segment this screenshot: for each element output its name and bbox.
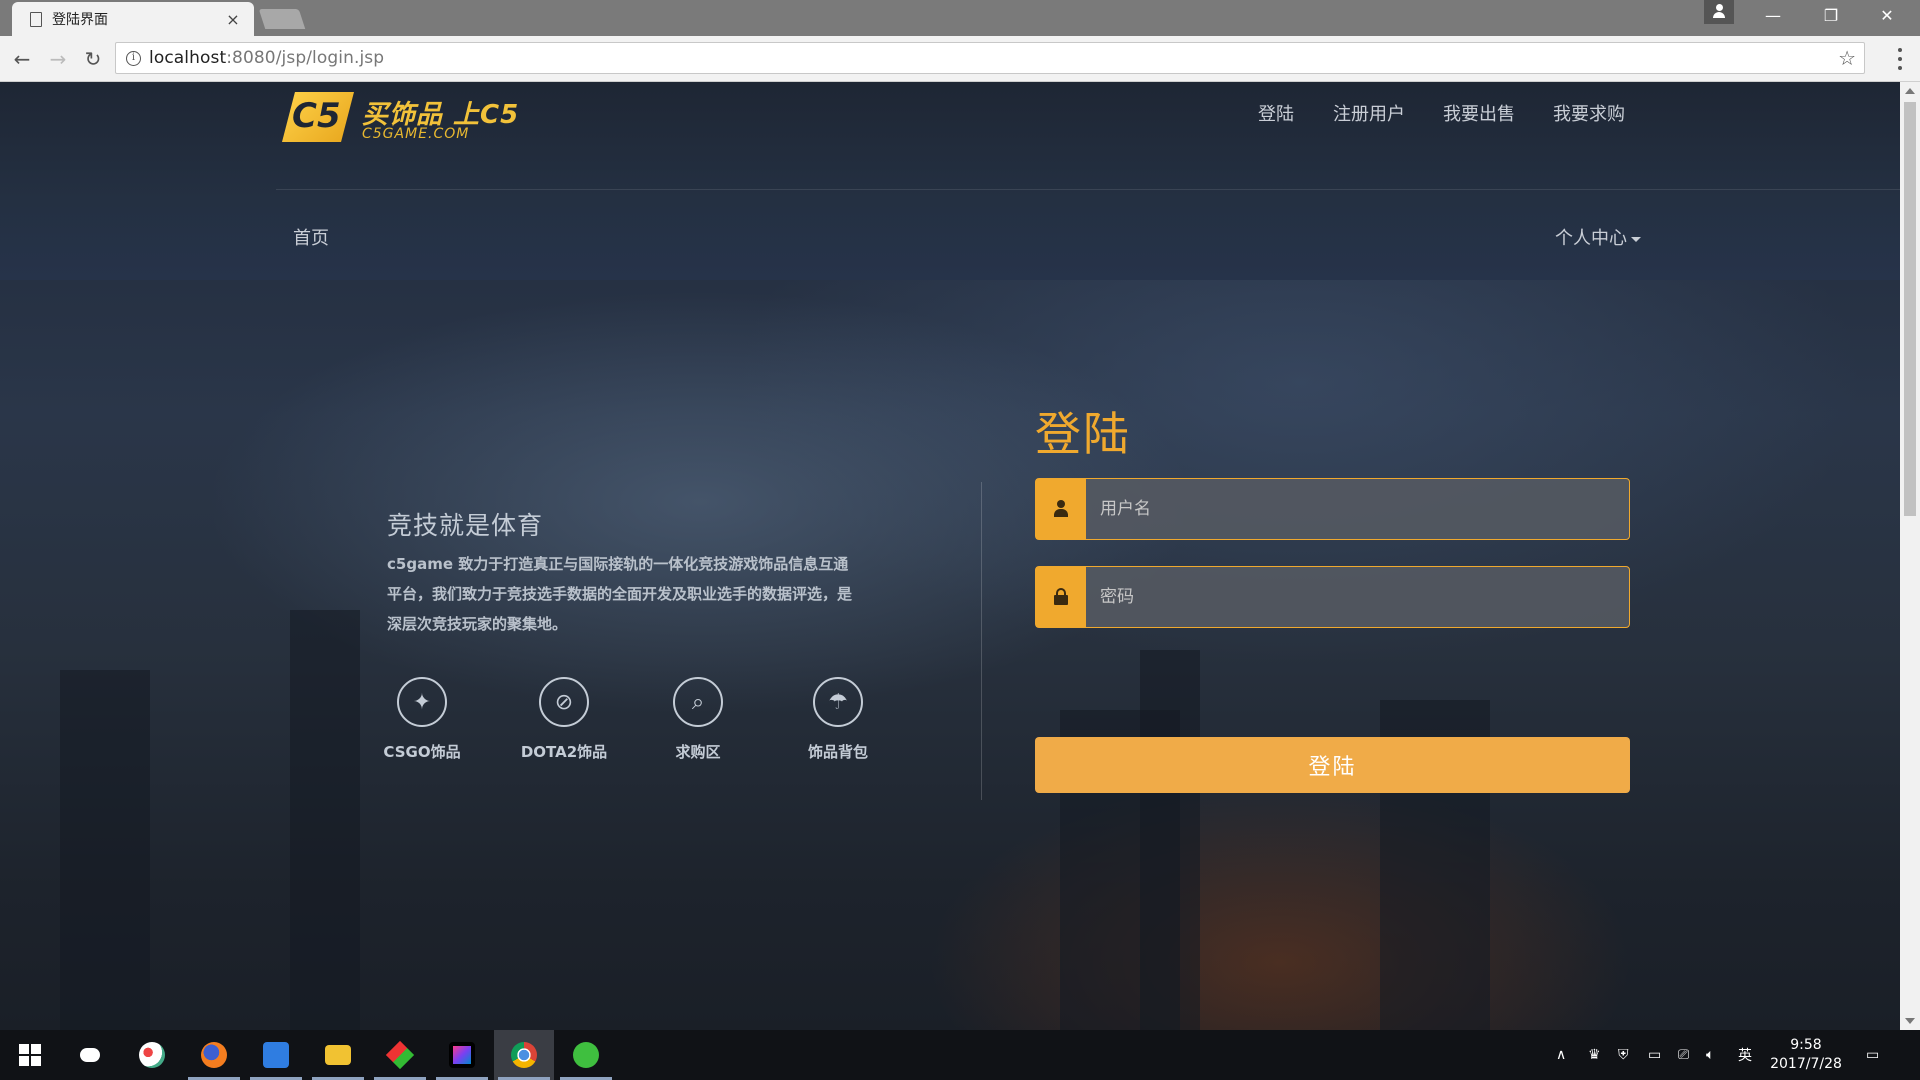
intro-text: c5game 致力于打造真正与国际接轨的一体化竞技游戏饰品信息互通平台，我们致力…: [387, 555, 853, 633]
personal-center-dropdown[interactable]: 个人中心: [1555, 224, 1641, 250]
new-tab-button[interactable]: [258, 9, 306, 29]
intro-title: 竞技就是体育: [387, 511, 544, 540]
system-clock[interactable]: 9:58 2017/7/28: [1766, 1036, 1846, 1074]
security-shield-icon[interactable]: ⛨: [1618, 1030, 1629, 1080]
feature-dota2[interactable]: ⊘ DOTA2饰品: [509, 677, 619, 762]
close-window-icon[interactable]: ✕: [1858, 0, 1916, 30]
windows-start-icon[interactable]: [0, 1030, 60, 1080]
login-button[interactable]: 登陆: [1035, 737, 1630, 793]
browser-menu-icon[interactable]: [1890, 46, 1910, 72]
username-field[interactable]: [1035, 478, 1630, 540]
csgo-icon: ✦: [397, 677, 447, 727]
scroll-down-icon[interactable]: [1905, 1018, 1915, 1024]
page-icon: [30, 11, 42, 27]
intellij-icon[interactable]: [432, 1030, 492, 1080]
login-title: 登陆: [1035, 407, 1131, 461]
scroll-thumb[interactable]: [1904, 102, 1916, 516]
tab-title: 登陆界面: [52, 12, 108, 28]
firefox-icon[interactable]: [184, 1030, 244, 1080]
git-icon[interactable]: [370, 1030, 430, 1080]
restore-icon[interactable]: ❐: [1802, 0, 1860, 30]
browser-tab[interactable]: 登陆界面 ×: [12, 2, 254, 36]
profile-icon[interactable]: [1704, 0, 1734, 24]
url-text[interactable]: localhost:8080/jsp/login.jsp: [149, 48, 384, 68]
network-icon[interactable]: ⎚: [1678, 1030, 1689, 1080]
nav-register[interactable]: 注册用户: [1333, 100, 1405, 126]
battery-icon[interactable]: ▭: [1648, 1030, 1661, 1080]
dota2-icon: ⊘: [539, 677, 589, 727]
lock-icon: [1036, 567, 1086, 627]
site-logo[interactable]: C5 买饰品 上C5 C5GAME.COM: [282, 90, 522, 146]
nav-login[interactable]: 登陆: [1258, 100, 1294, 126]
forward-icon[interactable]: →: [44, 45, 72, 73]
volume-icon[interactable]: 🔈︎: [1706, 1030, 1714, 1080]
cortana-icon[interactable]: [60, 1030, 120, 1080]
logo-mark: C5: [282, 92, 354, 142]
wechat-icon[interactable]: [556, 1030, 616, 1080]
feature-purchase[interactable]: ⌕ 求购区: [643, 677, 753, 762]
feature-csgo[interactable]: ✦ CSGO饰品: [367, 677, 477, 762]
nav-buy[interactable]: 我要求购: [1553, 100, 1625, 126]
page-viewport: C5 买饰品 上C5 C5GAME.COM 登陆 注册用户 我要出售 我要求购 …: [0, 82, 1900, 1030]
logo-domain: C5GAME.COM: [362, 126, 470, 142]
background-building: [290, 610, 360, 1030]
bookmark-star-icon[interactable]: ☆: [1838, 46, 1856, 70]
backpack-icon: ☂: [813, 677, 863, 727]
header-divider: [276, 189, 1900, 190]
back-icon[interactable]: ←: [8, 45, 36, 73]
minimize-icon[interactable]: —: [1744, 0, 1802, 30]
background-building: [60, 670, 150, 1030]
purchase-icon: ⌕: [673, 677, 723, 727]
nav-sell[interactable]: 我要出售: [1443, 100, 1515, 126]
file-explorer-icon[interactable]: [308, 1030, 368, 1080]
browser-tab-strip: 登陆界面 × — ❐ ✕: [0, 0, 1920, 36]
background-building: [1140, 650, 1200, 1030]
paint-icon[interactable]: [122, 1030, 182, 1080]
notes-icon[interactable]: [246, 1030, 306, 1080]
site-header: C5 买饰品 上C5 C5GAME.COM 登陆 注册用户 我要出售 我要求购 …: [0, 82, 1900, 280]
address-bar[interactable]: i localhost:8080/jsp/login.jsp ☆: [115, 42, 1865, 74]
section-divider: [981, 482, 982, 800]
browser-toolbar: ← → ↻ i localhost:8080/jsp/login.jsp ☆: [0, 36, 1920, 82]
tray-expand-icon[interactable]: ∧: [1556, 1030, 1566, 1080]
chrome-icon[interactable]: [494, 1030, 554, 1080]
user-icon: [1036, 479, 1086, 539]
caret-down-icon: [1631, 236, 1641, 242]
feature-backpack[interactable]: ☂ 饰品背包: [783, 677, 893, 762]
taskbar: ∧ ♛ ⛨ ▭ ⎚ 🔈︎ 英 9:58 2017/7/28 ▭: [0, 1030, 1920, 1080]
action-center-icon[interactable]: ▭: [1866, 1030, 1879, 1080]
username-input[interactable]: [1086, 479, 1629, 539]
page-scrollbar[interactable]: [1900, 82, 1920, 1030]
nav-home[interactable]: 首页: [293, 224, 329, 250]
reload-icon[interactable]: ↻: [79, 45, 107, 73]
scroll-up-icon[interactable]: [1905, 88, 1915, 94]
password-field[interactable]: [1035, 566, 1630, 628]
close-tab-icon[interactable]: ×: [224, 10, 242, 29]
info-icon[interactable]: i: [126, 50, 141, 66]
password-input[interactable]: [1086, 567, 1629, 627]
tray-app-icon[interactable]: ♛: [1588, 1030, 1601, 1080]
ime-indicator[interactable]: 英: [1738, 1030, 1752, 1080]
